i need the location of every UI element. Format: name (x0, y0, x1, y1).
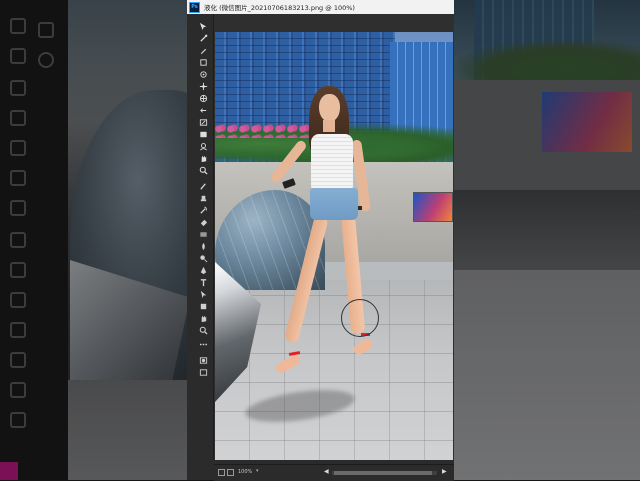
face-tool-icon[interactable] (199, 142, 208, 151)
zoom-out-box-icon[interactable] (218, 469, 225, 476)
pucker-icon[interactable] (199, 82, 208, 91)
forward-warp-icon[interactable] (199, 34, 208, 43)
dodge-tool-icon[interactable] (199, 254, 208, 263)
brush-tool-icon[interactable] (199, 182, 208, 191)
person-face (319, 94, 340, 122)
zoom-dropdown-icon[interactable]: ▾ (256, 468, 259, 474)
photo-canvas[interactable] (215, 32, 453, 460)
zoom-level[interactable]: 100% (238, 469, 252, 475)
history-brush-icon[interactable] (199, 206, 208, 215)
more-tools-icon[interactable] (199, 340, 208, 349)
person-left-arm (269, 138, 308, 185)
photo-billboard (413, 192, 453, 222)
photo-woman-walking (265, 84, 405, 424)
horizontal-scroll-thumb[interactable] (334, 471, 432, 475)
screen-mode-icon[interactable] (199, 368, 208, 377)
pen-tool-icon[interactable] (199, 266, 208, 275)
liquify-toolbar (187, 14, 214, 460)
window-title: 液化 (微信图片_20210706183213.png @ 100%) (204, 4, 355, 12)
reconstruct-icon[interactable] (199, 46, 208, 55)
person-right-foot (351, 337, 375, 357)
zoom-tool-secondary-icon[interactable] (199, 326, 208, 335)
liquify-window: Ps 液化 (微信图片_20210706183213.png @ 100%) 1… (187, 0, 454, 481)
gradient-tool-icon[interactable] (199, 230, 208, 239)
person-neck (323, 120, 335, 132)
photoshop-logo-icon: Ps (189, 1, 200, 13)
scroll-right-icon[interactable]: ▶ (442, 468, 447, 475)
zoom-tool-icon[interactable] (199, 166, 208, 175)
person-left-foot (274, 353, 302, 375)
shape-tool-icon[interactable] (199, 302, 208, 311)
smooth-icon[interactable] (199, 58, 208, 67)
stamp-tool-icon[interactable] (199, 194, 208, 203)
left-dim-overlay (0, 0, 187, 480)
push-left-icon[interactable] (199, 106, 208, 115)
scroll-left-icon[interactable]: ◀ (324, 468, 329, 475)
eraser-tool-icon[interactable] (199, 218, 208, 227)
right-dim-overlay (454, 0, 640, 480)
freeze-mask-icon[interactable] (199, 118, 208, 127)
hand-tool-secondary-icon[interactable] (199, 314, 208, 323)
liquify-brush-cursor[interactable] (341, 299, 379, 337)
person-left-leg (283, 214, 329, 344)
canvas-area[interactable] (214, 14, 454, 460)
status-bar: 100% ▾ ◀ ▶ (214, 464, 454, 481)
thaw-mask-icon[interactable] (199, 130, 208, 139)
hand-tool-icon[interactable] (199, 154, 208, 163)
type-tool-icon[interactable] (199, 278, 208, 287)
zoom-in-box-icon[interactable] (227, 469, 234, 476)
move-tool-icon[interactable] (199, 22, 208, 31)
quick-mask-icon[interactable] (199, 356, 208, 365)
person-phone (282, 178, 296, 189)
title-bar: Ps 液化 (微信图片_20210706183213.png @ 100%) (187, 0, 454, 14)
path-selection-icon[interactable] (199, 290, 208, 299)
person-white-top (311, 134, 353, 190)
blur-tool-icon[interactable] (199, 242, 208, 251)
person-denim-shorts (310, 188, 358, 220)
twirl-icon[interactable] (199, 70, 208, 79)
bloat-icon[interactable] (199, 94, 208, 103)
